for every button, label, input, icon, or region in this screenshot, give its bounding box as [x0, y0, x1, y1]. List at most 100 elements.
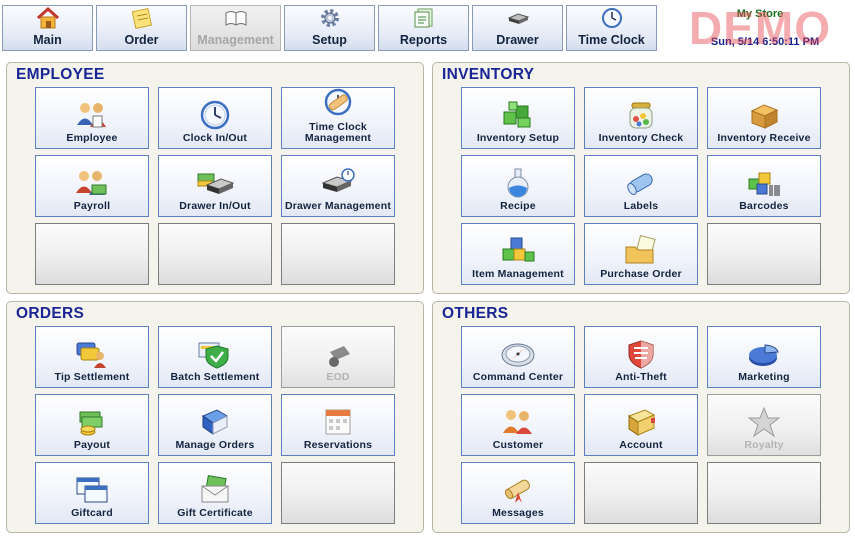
- inventory-setup-button[interactable]: Inventory Setup: [461, 87, 575, 149]
- messages-label: Messages: [492, 507, 544, 519]
- inventory-section-title: INVENTORY: [442, 66, 535, 83]
- giftcard-button[interactable]: Giftcard: [35, 462, 149, 524]
- drawer-in-out-label: Drawer In/Out: [179, 200, 251, 212]
- payout-button[interactable]: Payout: [35, 394, 149, 456]
- barcode-blocks-icon: [748, 172, 780, 196]
- tab-management-label: Management: [197, 33, 274, 47]
- command-center-label: Command Center: [472, 371, 564, 383]
- tip-settlement-button[interactable]: Tip Settlement: [35, 326, 149, 388]
- giftcard-label: Giftcard: [71, 507, 113, 519]
- customer-button[interactable]: Customer: [461, 394, 575, 456]
- label-roll-icon: [627, 173, 653, 195]
- cash-coins-icon: [79, 411, 103, 436]
- time-clock-management-label: Time Clock Management: [304, 121, 372, 144]
- clock-in-out-label: Clock In/Out: [182, 132, 248, 144]
- barcodes-label: Barcodes: [739, 200, 789, 212]
- labels-label: Labels: [623, 200, 659, 212]
- envelope-money-icon: [201, 474, 229, 503]
- employee-panel: EMPLOYEE Employee Clock In/Out Time Cloc…: [6, 62, 424, 294]
- eod-icon: [329, 346, 350, 367]
- gift-certificate-button[interactable]: Gift Certificate: [158, 462, 272, 524]
- inventory-receive-button[interactable]: Inventory Receive: [707, 87, 821, 149]
- shield-check-icon: [198, 342, 229, 369]
- window-cards-icon: [76, 477, 108, 503]
- reservations-button[interactable]: Reservations: [281, 394, 395, 456]
- anti-theft-button[interactable]: Anti-Theft: [584, 326, 698, 388]
- tab-drawer[interactable]: Drawer: [472, 5, 563, 51]
- time-clock-management-button[interactable]: Time Clock Management: [281, 87, 395, 149]
- payout-label: Payout: [73, 439, 111, 451]
- labels-button[interactable]: Labels: [584, 155, 698, 217]
- item-management-button[interactable]: Item Management: [461, 223, 575, 285]
- green-blocks-icon: [503, 101, 531, 128]
- employee-label: Employee: [66, 132, 118, 144]
- messages-button[interactable]: Messages: [461, 462, 575, 524]
- shield-icon: [628, 340, 654, 369]
- orders-section-title: ORDERS: [16, 305, 85, 322]
- account-button[interactable]: Account: [584, 394, 698, 456]
- empty-slot: [707, 223, 821, 285]
- tab-management[interactable]: Management: [190, 5, 281, 51]
- tab-order[interactable]: Order: [96, 5, 187, 51]
- tab-reports[interactable]: Reports: [378, 5, 469, 51]
- jar-icon: [629, 102, 653, 129]
- drawer-management-label: Drawer Management: [284, 200, 392, 212]
- inventory-check-button[interactable]: Inventory Check: [584, 87, 698, 149]
- batch-settlement-label: Batch Settlement: [170, 371, 260, 383]
- customers-icon: [503, 410, 532, 434]
- purchase-order-button[interactable]: Purchase Order: [584, 223, 698, 285]
- calendar-icon: [325, 409, 351, 435]
- inventory-panel: INVENTORY Inventory Setup Inventory Chec…: [432, 62, 850, 294]
- barcodes-button[interactable]: Barcodes: [707, 155, 821, 217]
- box-icon: [750, 104, 779, 129]
- drawer-money-icon: [197, 173, 235, 194]
- blue-book-icon: [201, 409, 229, 435]
- clock-icon: [599, 7, 625, 29]
- empty-slot: [35, 223, 149, 285]
- reservations-label: Reservations: [303, 439, 373, 451]
- eod-label: EOD: [326, 371, 350, 383]
- employee-section-title: EMPLOYEE: [16, 66, 105, 83]
- employee-button[interactable]: Employee: [35, 87, 149, 149]
- gear-icon: [317, 7, 343, 29]
- drawer-management-button[interactable]: Drawer Management: [281, 155, 395, 217]
- drawer-in-out-button[interactable]: Drawer In/Out: [158, 155, 272, 217]
- manage-orders-label: Manage Orders: [175, 439, 255, 451]
- tip-cards-icon: [76, 342, 106, 368]
- employee-icon: [77, 103, 106, 128]
- marketing-button[interactable]: Marketing: [707, 326, 821, 388]
- empty-slot: [707, 462, 821, 524]
- demo-watermark: DEMO: [689, 2, 831, 54]
- royalty-button[interactable]: Royalty: [707, 394, 821, 456]
- pie-chart-icon: [749, 344, 779, 366]
- tab-setup-label: Setup: [312, 33, 347, 47]
- anti-theft-label: Anti-Theft: [615, 371, 667, 383]
- empty-slot: [281, 462, 395, 524]
- empty-slot: [281, 223, 395, 285]
- drawer-clock-icon: [321, 168, 355, 192]
- drawer-icon: [505, 7, 531, 29]
- clock-in-out-button[interactable]: Clock In/Out: [158, 87, 272, 149]
- inventory-check-label: Inventory Check: [598, 132, 684, 144]
- clock-bandage-icon: [324, 88, 352, 116]
- purchase-order-label: Purchase Order: [600, 268, 682, 280]
- orders-panel: ORDERS Tip Settlement Batch Settlement E…: [6, 301, 424, 533]
- payroll-button[interactable]: Payroll: [35, 155, 149, 217]
- recipe-label: Recipe: [500, 200, 536, 212]
- clock-icon: [200, 100, 230, 130]
- star-icon: [747, 406, 781, 438]
- tab-order-label: Order: [124, 33, 159, 47]
- tab-setup[interactable]: Setup: [284, 5, 375, 51]
- payroll-icon: [76, 171, 107, 195]
- manage-orders-button[interactable]: Manage Orders: [158, 394, 272, 456]
- eod-button[interactable]: EOD: [281, 326, 395, 388]
- command-center-button[interactable]: Command Center: [461, 326, 575, 388]
- batch-settlement-button[interactable]: Batch Settlement: [158, 326, 272, 388]
- tab-drawer-label: Drawer: [496, 33, 539, 47]
- tab-main-label: Main: [33, 33, 62, 47]
- color-blocks-icon: [502, 237, 535, 262]
- tab-time-clock[interactable]: Time Clock: [566, 5, 657, 51]
- recipe-button[interactable]: Recipe: [461, 155, 575, 217]
- tab-main[interactable]: Main: [2, 5, 93, 51]
- home-icon: [35, 7, 61, 29]
